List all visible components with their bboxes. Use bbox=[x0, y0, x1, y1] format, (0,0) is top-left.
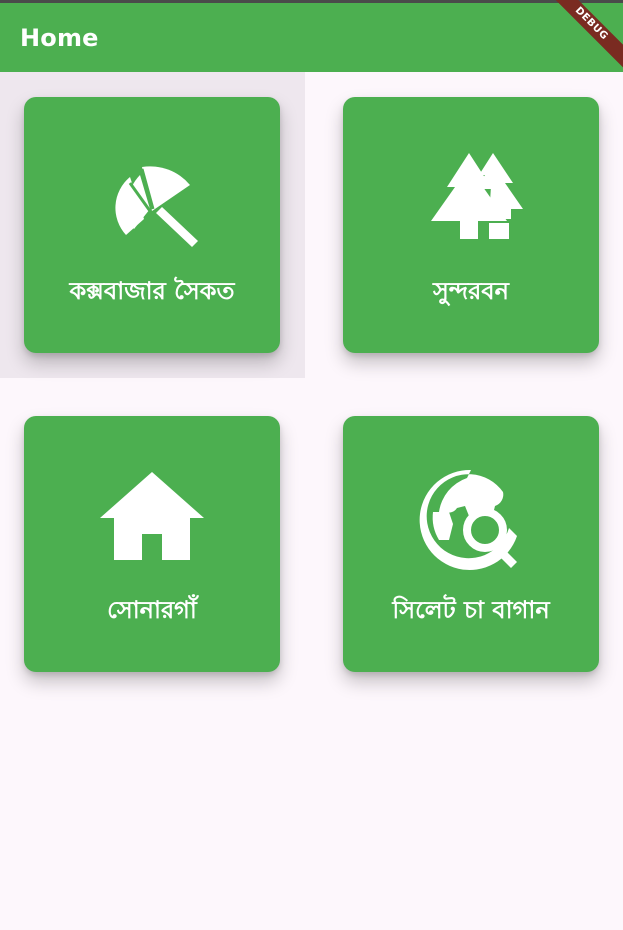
card-sundarbans[interactable]: সুন্দরবন bbox=[343, 97, 599, 353]
card-label: সিলেট চা বাগান bbox=[392, 596, 550, 624]
forest-icon bbox=[343, 149, 599, 253]
card-sonargaon[interactable]: সোনারগাঁ bbox=[24, 416, 280, 672]
card-label: সোনারগাঁ bbox=[107, 596, 197, 624]
travel-explore-icon bbox=[343, 468, 599, 572]
app-bar-title: Home bbox=[20, 23, 99, 52]
home-icon bbox=[24, 468, 280, 572]
app-bar: Home bbox=[0, 3, 623, 72]
card-coxs-bazar[interactable]: কক্সবাজার সৈকত bbox=[24, 97, 280, 353]
card-label: কক্সবাজার সৈকত bbox=[69, 277, 235, 305]
card-label: সুন্দরবন bbox=[433, 277, 509, 305]
card-sylhet-tea-garden[interactable]: সিলেট চা বাগান bbox=[343, 416, 599, 672]
beach-umbrella-icon bbox=[24, 149, 280, 253]
